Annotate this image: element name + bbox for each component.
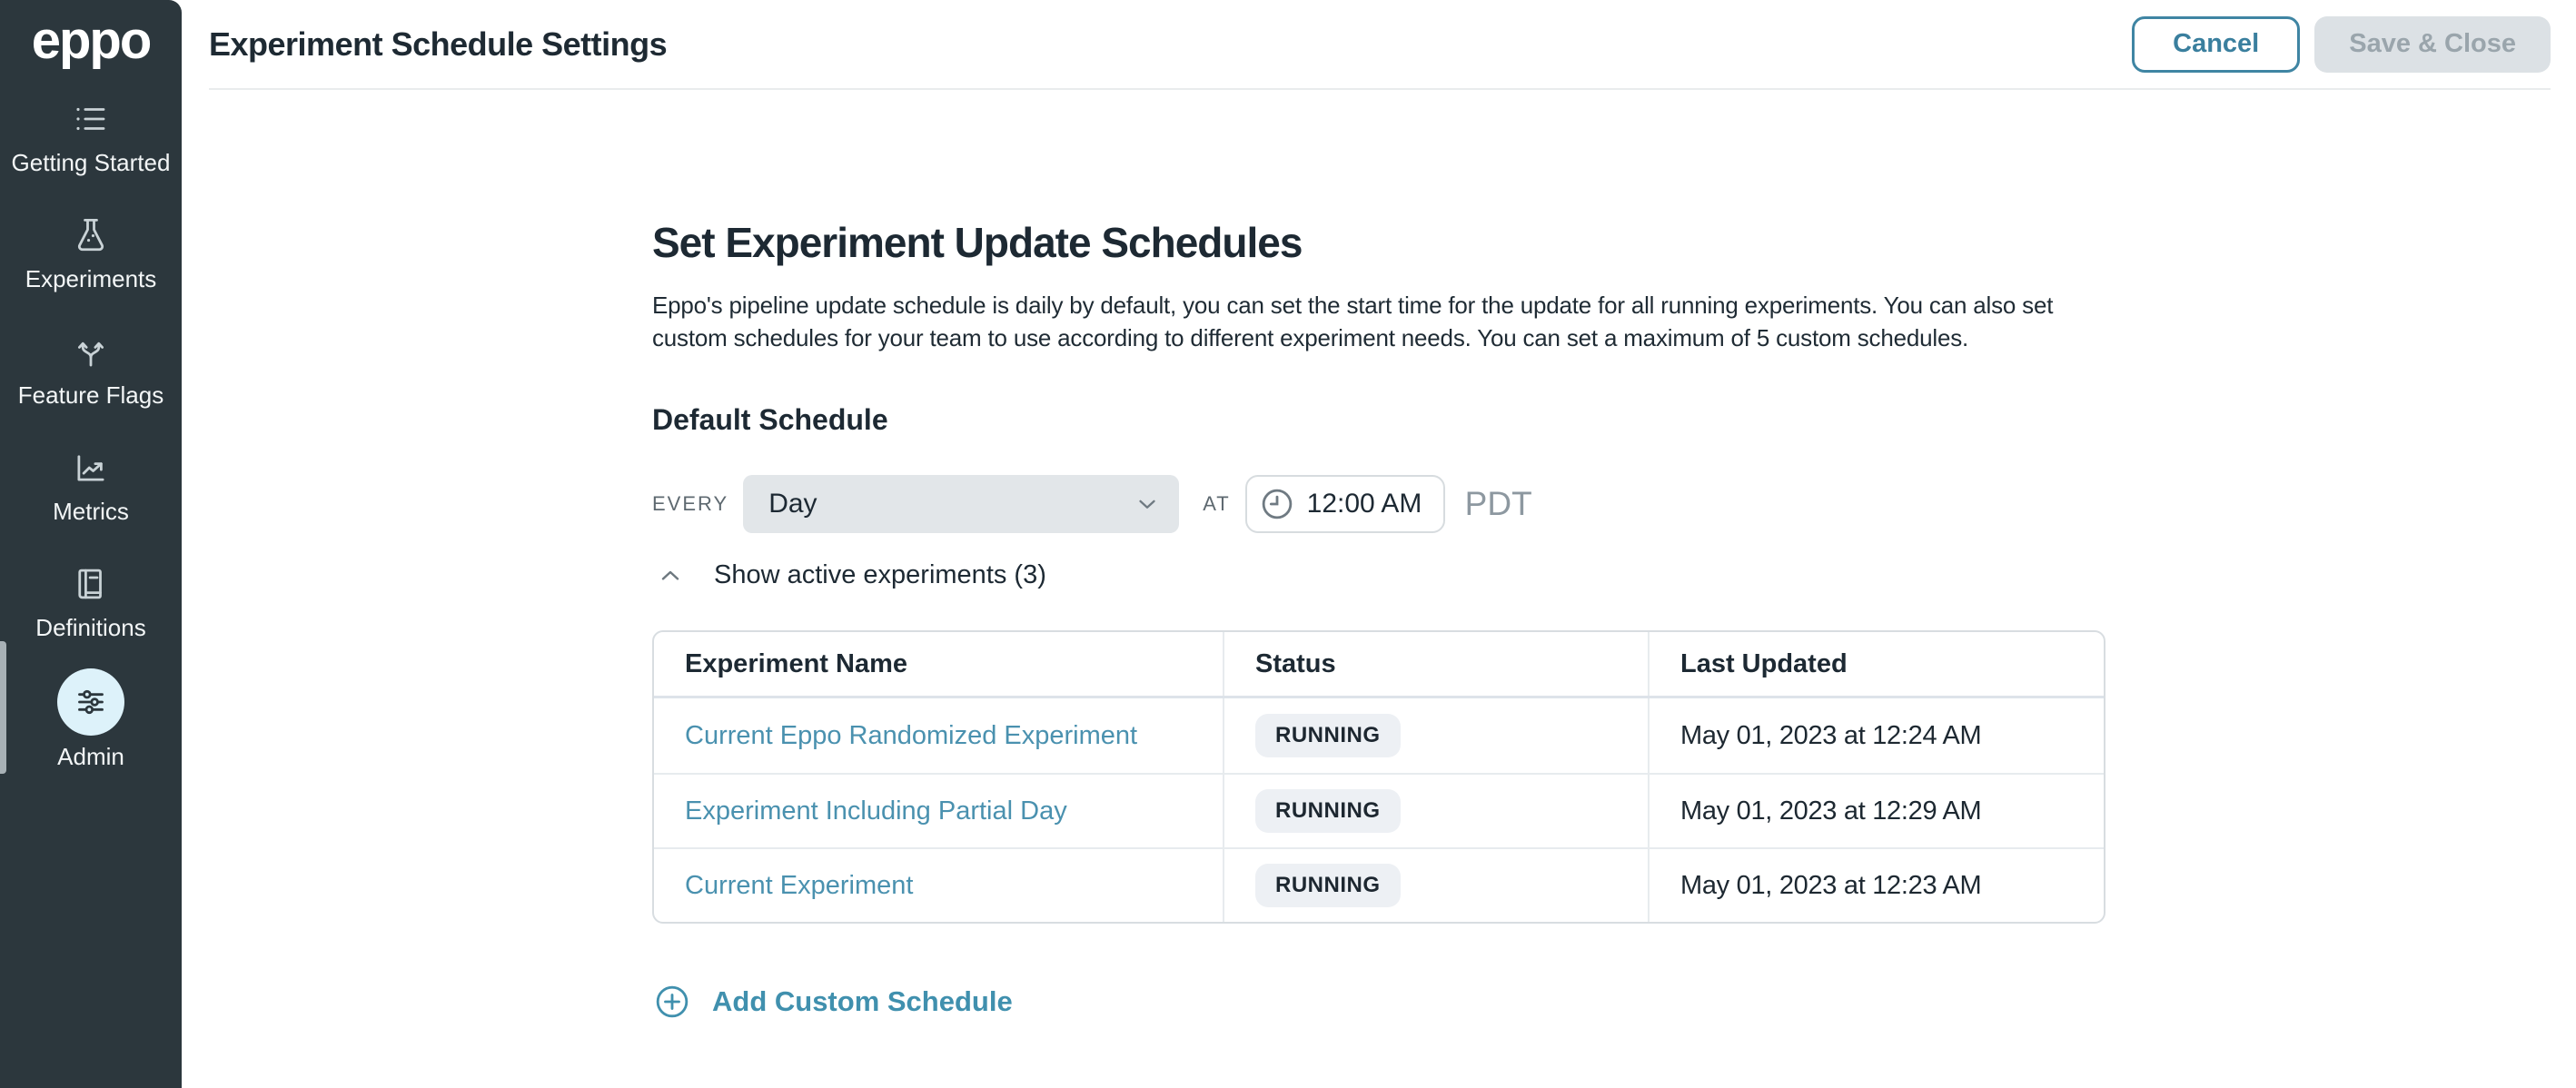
experiment-link[interactable]: Current Eppo Randomized Experiment [685, 721, 1137, 751]
experiment-link[interactable]: Experiment Including Partial Day [685, 796, 1067, 826]
clock-icon [1258, 485, 1296, 523]
timezone-label: PDT [1465, 485, 1532, 523]
default-schedule-controls: EVERY Day AT [652, 475, 2105, 533]
split-arrow-icon [72, 332, 110, 371]
sidebar-nav: Getting Started Experiments [0, 80, 182, 777]
at-label: AT [1203, 492, 1230, 516]
sidebar-item-feature-flags[interactable]: Feature Flags [0, 312, 182, 429]
sidebar-item-getting-started[interactable]: Getting Started [0, 80, 182, 196]
main-section: Set Experiment Update Schedules Eppo's p… [652, 90, 2105, 1020]
sidebar-item-label: Definitions [35, 614, 145, 642]
show-active-experiments-toggle[interactable]: Show active experiments (3) [652, 560, 2105, 590]
status-badge: RUNNING [1255, 714, 1401, 757]
save-close-button[interactable]: Save & Close [2314, 16, 2551, 73]
list-icon [72, 100, 110, 138]
every-label: EVERY [652, 492, 728, 516]
experiment-link[interactable]: Current Experiment [685, 871, 913, 901]
header-actions: Cancel Save & Close [2132, 16, 2551, 73]
add-custom-schedule-button[interactable]: Add Custom Schedule [652, 984, 1013, 1020]
table-row: Current Eppo Randomized Experiment RUNNI… [654, 698, 2104, 773]
status-badge: RUNNING [1255, 789, 1401, 833]
section-heading: Set Experiment Update Schedules [652, 218, 2105, 267]
section-description: Eppo's pipeline update schedule is daily… [652, 289, 2105, 354]
sidebar-item-label: Experiments [25, 265, 157, 293]
sidebar-item-label: Feature Flags [18, 381, 163, 410]
sidebar-item-admin[interactable]: Admin [0, 661, 182, 777]
sidebar-item-label: Metrics [53, 498, 129, 526]
eppo-logo[interactable]: eppo [32, 0, 151, 80]
page-header: Experiment Schedule Settings Cancel Save… [182, 0, 2576, 88]
sidebar-item-label: Admin [57, 743, 124, 771]
cancel-button[interactable]: Cancel [2132, 16, 2300, 73]
toggle-label: Show active experiments (3) [714, 560, 1046, 590]
chart-icon [72, 449, 110, 487]
column-header-experiment-name: Experiment Name [654, 632, 1224, 696]
content-area: Experiment Schedule Settings Cancel Save… [182, 0, 2576, 1088]
chevron-down-icon [1134, 490, 1161, 518]
sidebar-item-definitions[interactable]: Definitions [0, 545, 182, 661]
flask-icon [72, 216, 110, 254]
status-badge: RUNNING [1255, 864, 1401, 907]
frequency-value: Day [768, 489, 817, 519]
time-input[interactable]: 12:00 AM [1245, 475, 1445, 533]
active-item-indicator [0, 641, 6, 774]
sidebar-item-experiments[interactable]: Experiments [0, 196, 182, 312]
time-value: 12:00 AM [1307, 489, 1422, 519]
sidebar-item-label: Getting Started [12, 149, 171, 177]
last-updated-value: May 01, 2023 at 12:24 AM [1680, 721, 1981, 751]
sliders-icon [57, 668, 124, 736]
column-header-status: Status [1224, 632, 1650, 696]
experiments-table: Experiment Name Status Last Updated Curr… [652, 630, 2105, 924]
add-custom-schedule-label: Add Custom Schedule [712, 985, 1013, 1018]
app-window: eppo Getting Started [0, 0, 2576, 1088]
sidebar-item-metrics[interactable]: Metrics [0, 429, 182, 545]
sidebar: eppo Getting Started [0, 0, 182, 1088]
last-updated-value: May 01, 2023 at 12:23 AM [1680, 871, 1981, 901]
table-header-row: Experiment Name Status Last Updated [654, 632, 2104, 698]
page-title: Experiment Schedule Settings [209, 25, 2132, 64]
last-updated-value: May 01, 2023 at 12:29 AM [1680, 796, 1981, 826]
default-schedule-title: Default Schedule [652, 403, 2105, 437]
plus-circle-icon [654, 984, 690, 1020]
book-icon [72, 565, 110, 603]
table-row: Experiment Including Partial Day RUNNING… [654, 773, 2104, 847]
table-row: Current Experiment RUNNING May 01, 2023 … [654, 847, 2104, 922]
column-header-last-updated: Last Updated [1650, 632, 2104, 696]
frequency-select[interactable]: Day [743, 475, 1179, 533]
chevron-up-icon [656, 561, 685, 590]
